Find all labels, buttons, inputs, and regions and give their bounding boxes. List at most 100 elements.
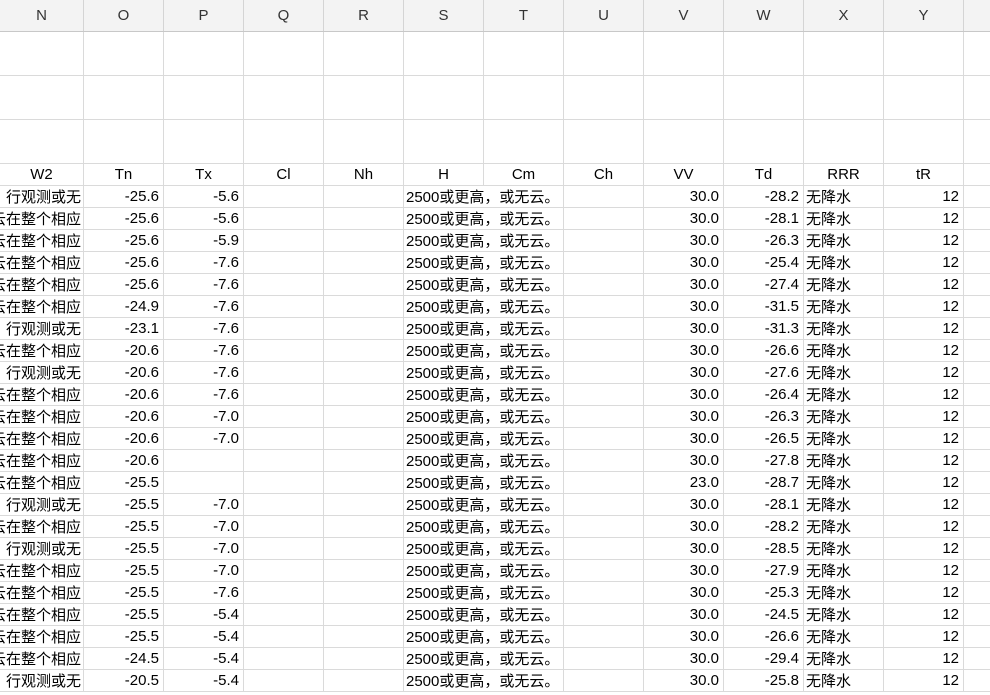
cell-p[interactable]: -7.6 [164, 252, 244, 273]
cell-r[interactable]: Nh [324, 164, 404, 185]
cell-partial[interactable] [964, 318, 990, 339]
cell-p[interactable]: -7.6 [164, 274, 244, 295]
cell-q[interactable] [244, 76, 324, 119]
cell-u[interactable] [564, 318, 644, 339]
cell-partial[interactable] [964, 670, 990, 691]
cell-partial[interactable] [964, 252, 990, 273]
cell-n[interactable]: 云在整个相应 [0, 626, 84, 647]
cell-o[interactable]: -20.6 [84, 406, 164, 427]
cell-q[interactable] [244, 648, 324, 669]
cell-u[interactable] [564, 538, 644, 559]
cell-o[interactable]: -23.1 [84, 318, 164, 339]
cell-v[interactable]: 30.0 [644, 208, 724, 229]
column-header-y[interactable]: Y [884, 0, 964, 31]
cell-n[interactable]: 行观测或无 [0, 494, 84, 515]
cell-r[interactable] [324, 560, 404, 581]
cell-w[interactable]: Td [724, 164, 804, 185]
cell-q[interactable] [244, 494, 324, 515]
cell-v[interactable]: 30.0 [644, 604, 724, 625]
cell-v[interactable]: 30.0 [644, 538, 724, 559]
cell-n[interactable]: 云在整个相应 [0, 560, 84, 581]
cell-q[interactable] [244, 340, 324, 361]
cell-o[interactable]: -25.6 [84, 274, 164, 295]
cell-o[interactable]: Tn [84, 164, 164, 185]
cell-q[interactable] [244, 560, 324, 581]
cell-y[interactable]: 12 [884, 516, 964, 537]
cell-y[interactable]: 12 [884, 428, 964, 449]
cell-y[interactable]: 12 [884, 252, 964, 273]
cell-n[interactable]: 云在整个相应 [0, 450, 84, 471]
cell-v[interactable]: 30.0 [644, 318, 724, 339]
cell-p[interactable]: -7.0 [164, 494, 244, 515]
cell-y[interactable]: 12 [884, 494, 964, 515]
cell-o[interactable] [84, 76, 164, 119]
cell-x[interactable]: 无降水 [804, 560, 884, 581]
cell-q[interactable] [244, 318, 324, 339]
cell-x[interactable]: 无降水 [804, 252, 884, 273]
cell-y[interactable] [884, 76, 964, 119]
cell-s[interactable]: 2500或更高，或无云。 [404, 670, 559, 691]
cell-n[interactable]: 云在整个相应 [0, 582, 84, 603]
cell-partial[interactable] [964, 32, 990, 75]
cell-u[interactable] [564, 32, 644, 75]
cell-r[interactable] [324, 494, 404, 515]
cell-p[interactable] [164, 450, 244, 471]
cell-s[interactable]: 2500或更高，或无云。 [404, 230, 559, 251]
cell-q[interactable] [244, 32, 324, 75]
cell-v[interactable]: 30.0 [644, 362, 724, 383]
cell-r[interactable] [324, 208, 404, 229]
cell-r[interactable] [324, 32, 404, 75]
cell-r[interactable] [324, 252, 404, 273]
cell-r[interactable] [324, 340, 404, 361]
cell-v[interactable]: 30.0 [644, 670, 724, 691]
cell-s[interactable]: 2500或更高，或无云。 [404, 384, 559, 405]
cell-w[interactable]: -28.2 [724, 516, 804, 537]
column-header-o[interactable]: O [84, 0, 164, 31]
cell-r[interactable] [324, 384, 404, 405]
cell-q[interactable] [244, 582, 324, 603]
cell-u[interactable]: Ch [564, 164, 644, 185]
cell-p[interactable]: Tx [164, 164, 244, 185]
cell-v[interactable]: 30.0 [644, 450, 724, 471]
cell-n[interactable]: W2 [0, 164, 84, 185]
column-header-n[interactable]: N [0, 0, 84, 31]
cell-u[interactable] [564, 252, 644, 273]
cell-y[interactable]: 12 [884, 274, 964, 295]
cell-v[interactable] [644, 76, 724, 119]
column-header-u[interactable]: U [564, 0, 644, 31]
cell-p[interactable]: -7.6 [164, 582, 244, 603]
cell-x[interactable]: 无降水 [804, 296, 884, 317]
cell-partial[interactable] [964, 516, 990, 537]
cell-o[interactable]: -25.6 [84, 186, 164, 207]
cell-q[interactable] [244, 428, 324, 449]
cell-w[interactable]: -25.8 [724, 670, 804, 691]
cell-s[interactable]: 2500或更高，或无云。 [404, 428, 559, 449]
cell-t[interactable]: Cm [484, 164, 564, 185]
cell-s[interactable]: 2500或更高，或无云。 [404, 274, 559, 295]
cell-s[interactable]: 2500或更高，或无云。 [404, 626, 559, 647]
cell-o[interactable]: -20.6 [84, 340, 164, 361]
cell-r[interactable] [324, 406, 404, 427]
cell-y[interactable]: 12 [884, 362, 964, 383]
cell-s[interactable]: 2500或更高，或无云。 [404, 450, 559, 471]
cell-n[interactable]: 云在整个相应 [0, 340, 84, 361]
cell-y[interactable]: 12 [884, 406, 964, 427]
cell-partial[interactable] [964, 582, 990, 603]
cell-y[interactable]: tR [884, 164, 964, 185]
cell-x[interactable]: 无降水 [804, 582, 884, 603]
cell-q[interactable] [244, 516, 324, 537]
cell-partial[interactable] [964, 186, 990, 207]
cell-x[interactable]: 无降水 [804, 318, 884, 339]
cell-s[interactable]: 2500或更高，或无云。 [404, 560, 559, 581]
cell-t[interactable] [484, 76, 564, 119]
cell-o[interactable]: -25.6 [84, 230, 164, 251]
cell-r[interactable] [324, 538, 404, 559]
cell-x[interactable]: RRR [804, 164, 884, 185]
cell-o[interactable]: -25.6 [84, 208, 164, 229]
cell-s[interactable] [404, 120, 484, 163]
cell-u[interactable] [564, 648, 644, 669]
cell-o[interactable]: -20.6 [84, 384, 164, 405]
cell-r[interactable] [324, 186, 404, 207]
cell-x[interactable] [804, 120, 884, 163]
cell-w[interactable]: -28.1 [724, 208, 804, 229]
